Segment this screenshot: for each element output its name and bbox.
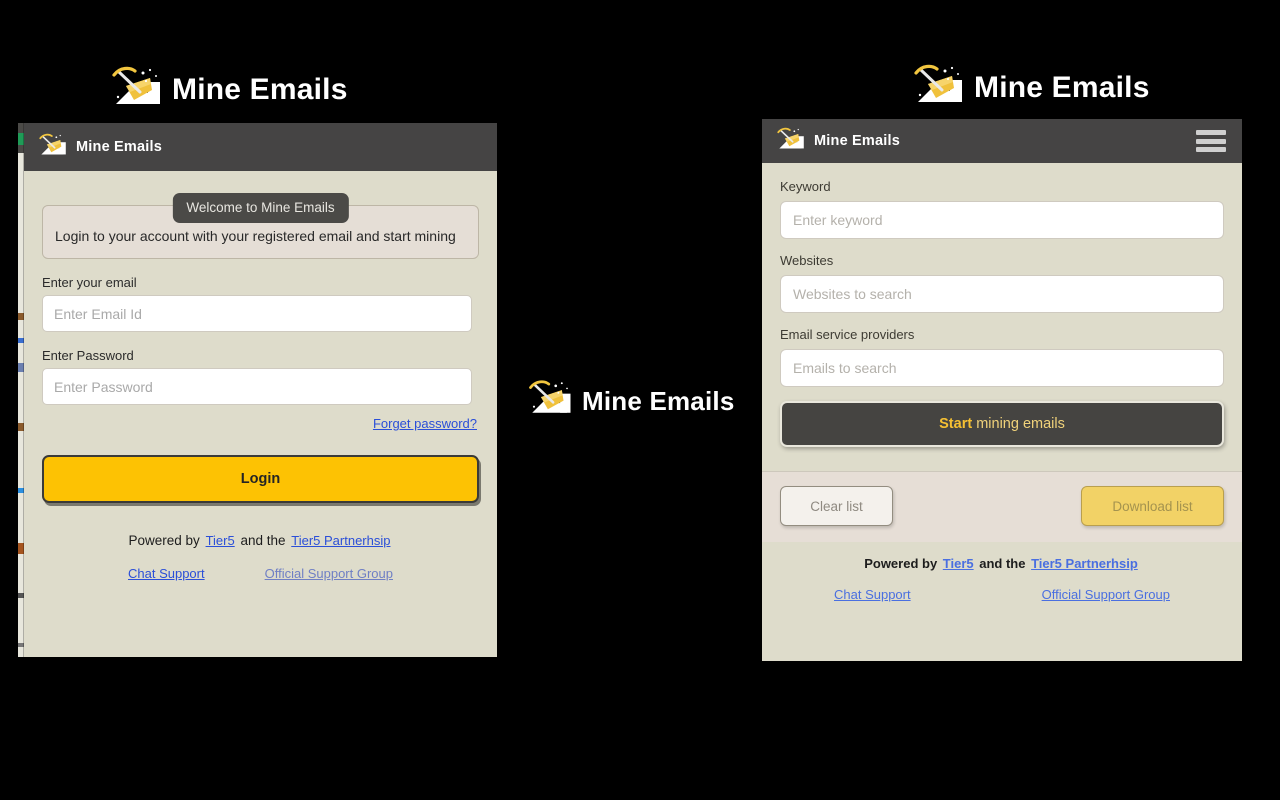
keyword-input[interactable] xyxy=(780,201,1224,239)
keyword-label: Keyword xyxy=(780,179,831,194)
miner-panel: Mine Emails Keyword Websites Email servi… xyxy=(762,119,1242,661)
providers-label: Email service providers xyxy=(780,327,915,342)
miner-header-title: Mine Emails xyxy=(814,132,901,149)
powered-by-middle: and the xyxy=(975,556,1030,571)
forgot-password-row: Forget password? xyxy=(42,415,479,433)
login-header-title: Mine Emails xyxy=(76,138,163,155)
powered-by-prefix: Powered by xyxy=(864,556,941,571)
miner-header-brand: Mine Emails xyxy=(776,126,900,157)
hero-brand-left: Mine Emails xyxy=(110,64,348,115)
start-mining-strong: Start xyxy=(939,416,973,432)
login-footer: Powered by Tier5 and the Tier5 Partnerhs… xyxy=(42,503,479,581)
welcome-text: Login to your account with your register… xyxy=(55,228,456,244)
password-input[interactable] xyxy=(42,368,472,405)
clear-list-button[interactable]: Clear list xyxy=(780,486,893,526)
login-header-brand: Mine Emails xyxy=(38,132,162,163)
tier5-link[interactable]: Tier5 xyxy=(943,556,974,571)
list-actions-bar: Clear list Download list xyxy=(762,471,1242,542)
hero-brand-left-label: Mine Emails xyxy=(172,72,348,106)
chat-support-link[interactable]: Chat Support xyxy=(834,587,911,602)
start-mining-button[interactable]: Start mining emails xyxy=(780,401,1224,447)
hero-brand-right-label: Mine Emails xyxy=(974,70,1150,104)
hero-brand-center-label: Mine Emails xyxy=(582,385,735,416)
support-links-row: Chat Support Official Support Group xyxy=(762,571,1242,602)
mine-emails-logo-icon xyxy=(912,62,966,113)
hamburger-line xyxy=(1196,147,1226,152)
hamburger-line xyxy=(1196,138,1226,144)
miner-footer: Powered by Tier5 and the Tier5 Partnerhs… xyxy=(762,542,1242,602)
hero-brand-right: Mine Emails xyxy=(912,62,1150,113)
powered-by-middle: and the xyxy=(236,533,290,548)
login-panel-header: Mine Emails xyxy=(24,123,497,171)
download-list-button[interactable]: Download list xyxy=(1081,486,1224,526)
websites-input[interactable] xyxy=(780,275,1224,313)
powered-by-line: Powered by Tier5 and the Tier5 Partnerhs… xyxy=(42,533,479,548)
tier5-partnership-link[interactable]: Tier5 Partnerhsip xyxy=(291,533,390,548)
password-label: Enter Password xyxy=(42,348,134,363)
password-field-group: Enter Password xyxy=(42,348,479,405)
support-links-row: Chat Support Official Support Group xyxy=(42,548,479,581)
hamburger-menu-icon[interactable] xyxy=(1196,130,1226,152)
tier5-link[interactable]: Tier5 xyxy=(206,533,235,548)
powered-by-prefix: Powered by xyxy=(128,533,204,548)
email-input[interactable] xyxy=(42,295,472,332)
miner-panel-header: Mine Emails xyxy=(762,119,1242,163)
official-support-group-link[interactable]: Official Support Group xyxy=(265,566,393,581)
login-form: Welcome to Mine Emails Login to your acc… xyxy=(24,171,497,581)
screen-root: Mine Emails Mine Emails Mine Emails Mine… xyxy=(0,0,1280,800)
official-support-group-link[interactable]: Official Support Group xyxy=(1042,587,1170,602)
hamburger-line xyxy=(1196,130,1226,135)
websites-label: Websites xyxy=(780,253,834,268)
mine-emails-logo-icon xyxy=(527,378,574,423)
tier5-partnership-link[interactable]: Tier5 Partnerhsip xyxy=(1031,556,1138,571)
mine-emails-logo-icon xyxy=(110,64,164,115)
forgot-password-link[interactable]: Forget password? xyxy=(373,416,477,431)
email-label: Enter your email xyxy=(42,275,137,290)
welcome-badge: Welcome to Mine Emails xyxy=(172,193,349,223)
providers-input[interactable] xyxy=(780,349,1224,387)
chat-support-link[interactable]: Chat Support xyxy=(128,566,205,581)
login-panel: Mine Emails Welcome to Mine Emails Login… xyxy=(24,123,497,657)
email-field-group: Enter your email xyxy=(42,275,479,332)
hero-brand-center: Mine Emails xyxy=(527,378,734,423)
mine-emails-logo-icon xyxy=(38,132,68,163)
start-mining-rest: mining emails xyxy=(972,416,1065,432)
welcome-box: Welcome to Mine Emails Login to your acc… xyxy=(42,193,479,259)
powered-by-line: Powered by Tier5 and the Tier5 Partnerhs… xyxy=(762,556,1242,571)
miner-form: Keyword Websites Email service providers… xyxy=(762,163,1242,447)
mine-emails-logo-icon xyxy=(776,126,806,157)
login-button[interactable]: Login xyxy=(42,455,479,503)
